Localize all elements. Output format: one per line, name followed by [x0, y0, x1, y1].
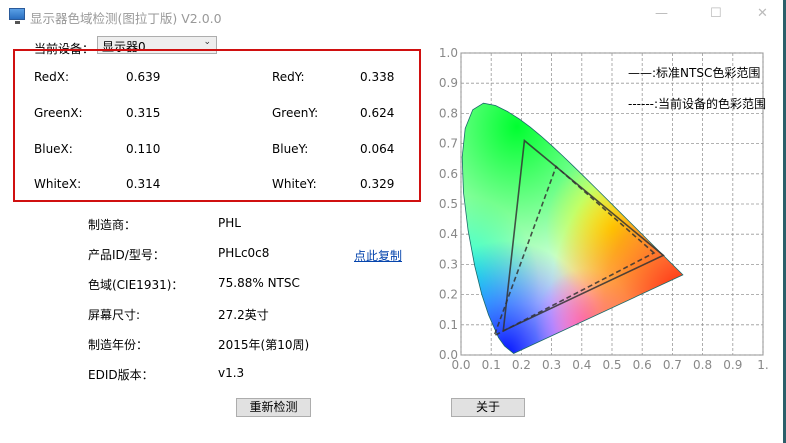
y-tick-label: 1.0 — [439, 46, 458, 60]
y-tick-label: 0.3 — [439, 257, 458, 271]
x-tick-label: 0.7 — [663, 358, 682, 372]
x-tick-label: 1. — [757, 358, 768, 372]
legend-entry: ------:当前设备的色彩范围 — [628, 96, 766, 111]
y-tick-label: 0.5 — [439, 197, 458, 211]
x-tick-label: 0.4 — [572, 358, 591, 372]
y-tick-label: 0.2 — [439, 288, 458, 302]
y-tick-label: 0.0 — [439, 348, 458, 362]
y-tick-label: 0.9 — [439, 76, 458, 90]
x-tick-label: 0.5 — [602, 358, 621, 372]
legend-entry: ——:标准NTSC色彩范围 — [628, 66, 760, 80]
x-tick-label: 0.2 — [512, 358, 531, 372]
x-tick-label: 0.8 — [693, 358, 712, 372]
x-tick-label: 0.1 — [482, 358, 501, 372]
y-tick-label: 0.7 — [439, 137, 458, 151]
x-tick-label: 0.9 — [723, 358, 742, 372]
y-tick-label: 0.4 — [439, 227, 458, 241]
y-tick-label: 0.8 — [439, 106, 458, 120]
x-tick-label: 0.6 — [633, 358, 652, 372]
x-tick-label: 0.3 — [542, 358, 561, 372]
cie-chart: 0.00.00.10.10.20.20.30.30.40.40.50.50.60… — [439, 46, 769, 372]
y-tick-label: 0.6 — [439, 167, 458, 181]
y-tick-label: 0.1 — [439, 318, 458, 332]
